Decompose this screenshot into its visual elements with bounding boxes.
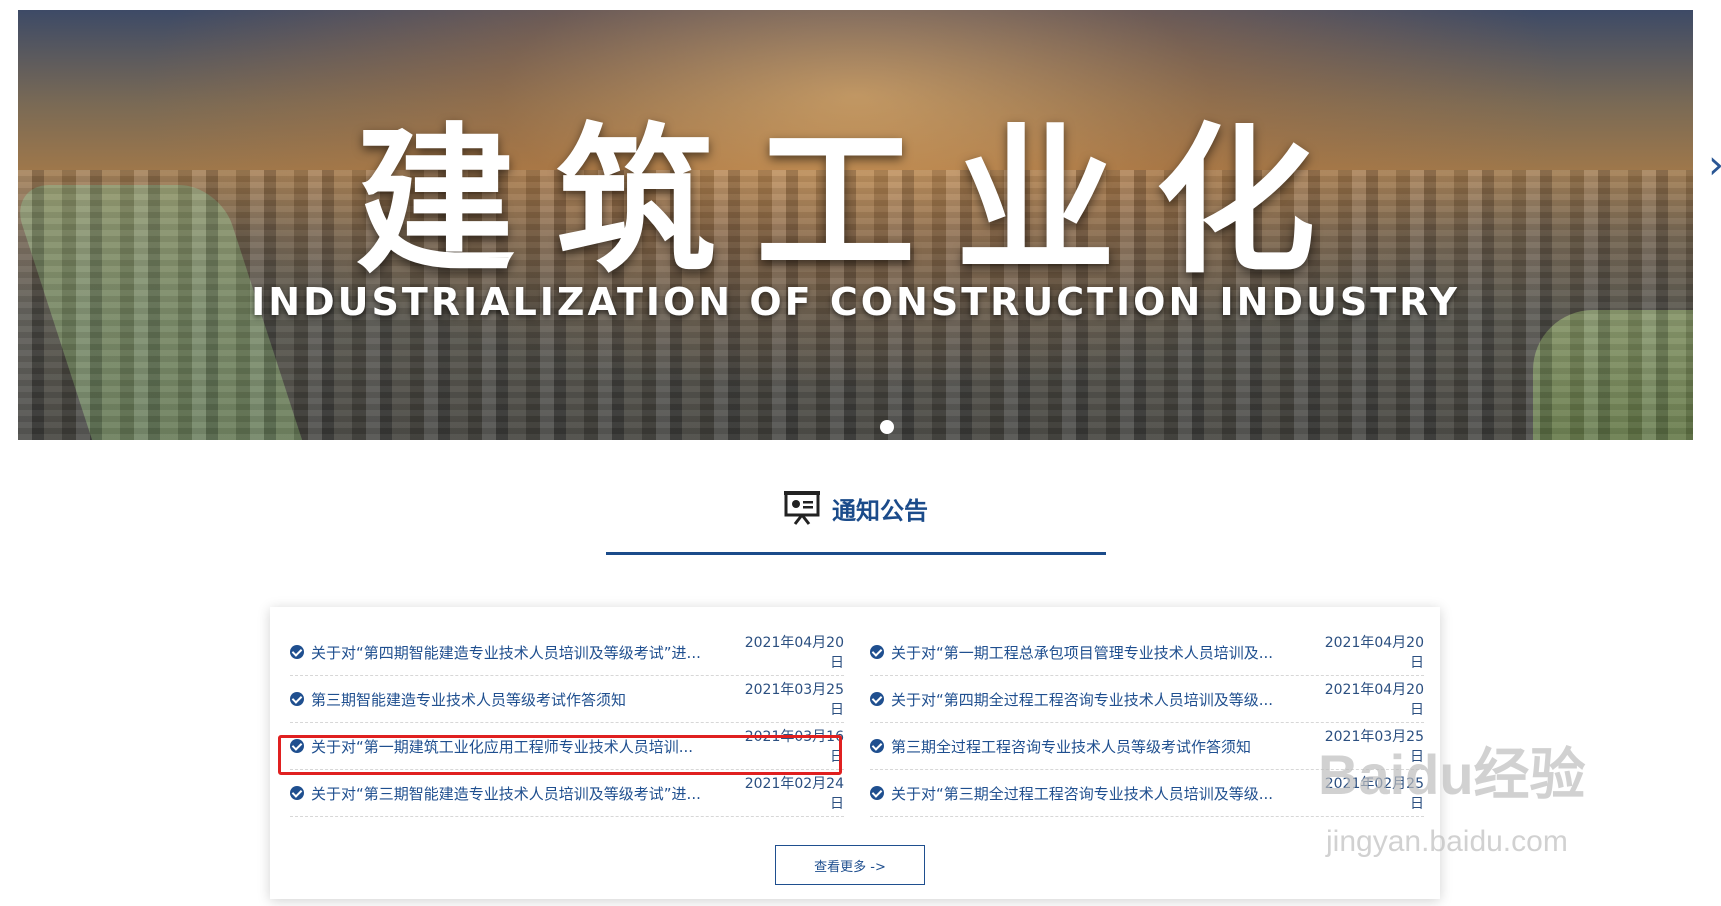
notice-date: 2021年03月25日 — [744, 682, 844, 718]
notice-title[interactable]: 关于对“第四期智能建造专业技术人员培训及等级考试”进... — [311, 642, 732, 663]
notice-title[interactable]: 关于对“第三期全过程工程咨询专业技术人员培训及等级... — [891, 783, 1312, 804]
check-circle-icon — [290, 739, 304, 753]
notice-item[interactable]: 关于对“第三期智能建造专业技术人员培训及等级考试”进... 2021年02月24… — [290, 770, 844, 817]
notice-title[interactable]: 第三期全过程工程咨询专业技术人员等级考试作答须知 — [891, 736, 1312, 757]
section-title: 通知公告 — [832, 496, 928, 525]
watermark-logo: Baidu经验 — [1318, 743, 1586, 806]
notice-item[interactable]: 关于对“第一期工程总承包项目管理专业技术人员培训及... 2021年04月20日 — [870, 629, 1424, 676]
notice-date: 2021年02月24日 — [744, 776, 844, 812]
notice-title[interactable]: 关于对“第一期建筑工业化应用工程师专业技术人员培训... — [311, 736, 732, 757]
carousel-next-icon[interactable]: › — [1708, 135, 1721, 195]
notice-date: 2021年03月16日 — [744, 729, 844, 765]
banner-title-cn: 建筑工业化 — [355, 107, 1356, 295]
notice-section-header: 通知公告 — [606, 490, 1106, 556]
section-title-underline — [606, 552, 1106, 555]
notice-title[interactable]: 关于对“第一期工程总承包项目管理专业技术人员培训及... — [891, 642, 1312, 663]
check-circle-icon — [290, 645, 304, 659]
presentation-board-icon — [784, 491, 820, 525]
view-more-button[interactable]: 查看更多 -> — [775, 845, 925, 885]
check-circle-icon — [290, 786, 304, 800]
hero-banner[interactable]: 建筑工业化 INDUSTRIALIZATION OF CONSTRUCTION … — [18, 10, 1693, 440]
banner-title-en: INDUSTRIALIZATION OF CONSTRUCTION INDUST… — [251, 280, 1460, 324]
notice-item[interactable]: 第三期智能建造专业技术人员等级考试作答须知 2021年03月25日 — [290, 676, 844, 723]
check-circle-icon — [870, 739, 884, 753]
notice-title[interactable]: 第三期智能建造专业技术人员等级考试作答须知 — [311, 689, 732, 710]
notice-item[interactable]: 关于对“第四期全过程工程咨询专业技术人员培训及等级... 2021年04月20日 — [870, 676, 1424, 723]
carousel-dot-active[interactable] — [880, 420, 894, 434]
notice-title[interactable]: 关于对“第三期智能建造专业技术人员培训及等级考试”进... — [311, 783, 732, 804]
notice-list-left: 关于对“第四期智能建造专业技术人员培训及等级考试”进... 2021年04月20… — [290, 629, 844, 817]
check-circle-icon — [870, 692, 884, 706]
notice-date: 2021年04月20日 — [744, 635, 844, 671]
notice-item[interactable]: 关于对“第一期建筑工业化应用工程师专业技术人员培训... 2021年03月16日 — [290, 723, 844, 770]
watermark-url: jingyan.baidu.com — [1326, 825, 1568, 858]
notice-date: 2021年04月20日 — [1324, 635, 1424, 671]
baidu-watermark: Baidu经验 jingyan.baidu.com — [1318, 730, 1648, 880]
notice-item[interactable]: 关于对“第四期智能建造专业技术人员培训及等级考试”进... 2021年04月20… — [290, 629, 844, 676]
notice-title[interactable]: 关于对“第四期全过程工程咨询专业技术人员培训及等级... — [891, 689, 1312, 710]
check-circle-icon — [870, 786, 884, 800]
check-circle-icon — [870, 645, 884, 659]
check-circle-icon — [290, 692, 304, 706]
notice-date: 2021年04月20日 — [1324, 682, 1424, 718]
